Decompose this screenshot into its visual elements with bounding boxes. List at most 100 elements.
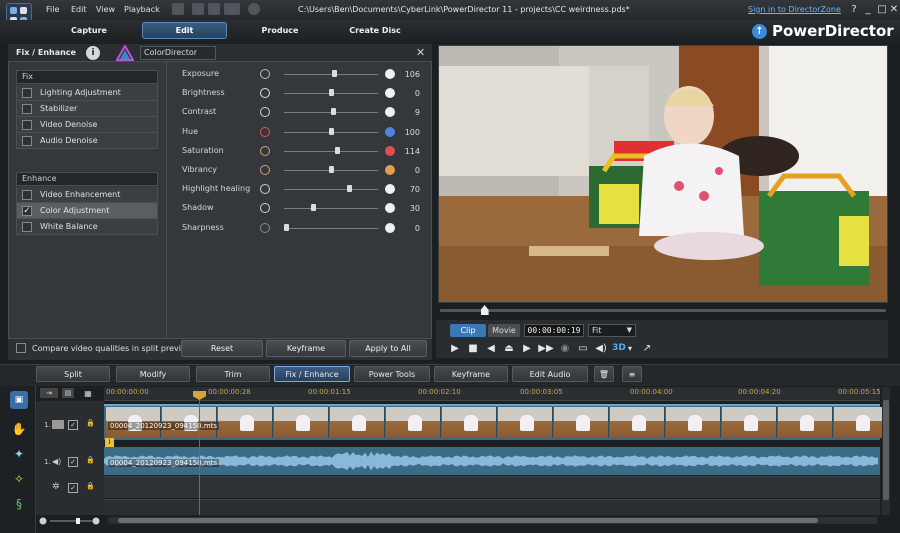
fast-forward-icon[interactable]: ▶▶ [537,341,555,355]
slider-thumb[interactable] [335,146,341,154]
audio-mix-icon[interactable]: § [10,495,28,513]
color-director-button[interactable]: ColorDirector [140,46,216,60]
hand-tool-icon[interactable]: ✋ [10,420,28,438]
3d-mode-icon[interactable]: 3D [612,341,626,355]
camera-icon[interactable]: ◉ [558,341,572,355]
checkbox[interactable] [22,119,32,130]
scrubber-thumb[interactable] [480,305,489,315]
preview-scrubber[interactable] [440,309,886,312]
audio-clip[interactable] [104,447,880,475]
vertical-scroll-thumb[interactable] [883,400,889,500]
enhance-item-color-adjustment[interactable]: ✓ Color Adjustment [16,203,158,219]
menu-playback[interactable]: Playback [124,5,160,14]
fix-item-lighting-adjustment[interactable]: Lighting Adjustment [16,85,158,101]
fix-item-video-denoise[interactable]: Video Denoise [16,117,158,133]
checkbox[interactable] [22,221,32,232]
checkbox[interactable] [22,189,32,200]
fix-enhance-button[interactable]: Fix / Enhance [274,366,350,382]
slider-thumb[interactable] [330,108,336,116]
tab-create-disc[interactable]: Create Disc [340,22,410,39]
edit-audio-button[interactable]: Edit Audio [512,366,588,382]
close-panel-icon[interactable]: ✕ [416,46,425,59]
close-window-button[interactable]: ✕ [889,4,899,16]
modify-button[interactable]: Modify [116,366,190,382]
undock-preview-icon[interactable]: ↗ [640,341,654,355]
timeline-mode-icon[interactable]: ⇥ [40,388,58,398]
info-icon[interactable]: i [86,46,100,60]
slider-track[interactable] [284,150,378,152]
checkbox-checked[interactable]: ✓ [22,205,32,216]
slider-thumb[interactable] [331,70,337,77]
enhance-item-white-balance[interactable]: White Balance [16,219,158,235]
clip-info-marker[interactable]: i [105,438,114,447]
redo-icon[interactable] [208,3,220,15]
fix-item-stabilizer[interactable]: Stabilizer [16,101,158,117]
tab-capture[interactable]: Capture [58,22,120,39]
movie-mode-button[interactable]: Movie [488,324,520,337]
slider-track[interactable] [284,208,378,210]
checkbox[interactable] [22,135,32,146]
snapshot-marker-icon[interactable]: ⏏ [502,341,516,355]
audio-track-enable-checkbox[interactable]: ✓ [68,457,78,467]
keyframe-button[interactable]: Keyframe [266,340,346,357]
video-track-lock-icon[interactable]: 🔒 [86,419,95,427]
slider-thumb[interactable] [329,127,334,135]
save-icon[interactable] [172,3,184,15]
slider-thumb[interactable] [311,204,316,212]
compare-checkbox[interactable] [16,343,26,353]
undo-icon[interactable] [192,3,204,15]
trash-icon[interactable]: 🗑 [594,366,614,382]
checkbox[interactable] [22,103,32,114]
menu-view[interactable]: View [96,5,115,14]
more-features-icon[interactable]: ≡ [622,366,642,382]
power-tools-button[interactable]: Power Tools [354,366,430,382]
slider-thumb[interactable] [329,89,334,97]
media-room-icon[interactable]: ▣ [10,391,28,409]
dual-screen-icon[interactable]: ▭ [576,341,590,355]
slider-track[interactable] [284,189,378,191]
render-icon[interactable] [224,3,240,15]
enhance-item-video-enhancement[interactable]: Video Enhancement [16,187,158,203]
transition-icon[interactable]: ✦ [10,445,28,463]
next-frame-icon[interactable]: ▶ [520,341,534,355]
timecode-display[interactable]: 00:00:00:19 [524,324,584,337]
color-director-icon[interactable] [115,43,135,61]
horizontal-scroll-thumb[interactable] [118,518,818,523]
previous-frame-icon[interactable]: ◀ [484,341,498,355]
effect-track-enable-checkbox[interactable]: ✓ [68,483,78,493]
menu-file[interactable]: File [46,5,59,14]
reset-button[interactable]: Reset [181,340,263,357]
split-button[interactable]: Split [36,366,110,382]
help-button[interactable]: ? [848,4,860,16]
menu-edit[interactable]: Edit [71,5,87,14]
play-icon[interactable]: ▶ [448,341,462,355]
keyframe-room-button[interactable]: Keyframe [434,366,508,382]
maximize-button[interactable]: □ [876,4,888,16]
stop-icon[interactable]: ■ [466,341,480,355]
empty-track[interactable] [104,499,880,515]
timeline-zoom-slider[interactable] [38,516,102,526]
minimize-button[interactable]: _ [862,4,874,16]
sign-in-link[interactable]: Sign in to DirectorZone [748,5,841,14]
add-track-icon[interactable]: ▦ [80,388,96,398]
trim-button[interactable]: Trim [196,366,270,382]
upgrade-arrow-icon[interactable]: ↑ [752,23,767,39]
checkbox[interactable] [22,87,32,98]
tab-edit[interactable]: Edit [142,22,227,39]
slider-thumb[interactable] [329,166,334,173]
slider-track[interactable] [284,227,378,229]
slider-thumb[interactable] [284,223,289,231]
video-preview[interactable] [438,45,888,303]
audio-track-lock-icon[interactable]: 🔒 [86,456,95,464]
tab-produce[interactable]: Produce [250,22,310,39]
effect-track[interactable] [104,476,880,498]
settings-gear-icon[interactable] [248,3,260,15]
slider-thumb[interactable] [347,185,352,193]
apply-to-all-button[interactable]: Apply to All [349,340,427,357]
fix-item-audio-denoise[interactable]: Audio Denoise [16,133,158,149]
clip-mode-button[interactable]: Clip [450,324,486,337]
3d-dropdown-icon[interactable]: ▾ [626,341,634,355]
storyboard-icon[interactable]: ▤ [62,388,74,398]
effect-track-lock-icon[interactable]: 🔒 [86,482,95,490]
zoom-fit-select[interactable]: Fit ▼ [588,324,636,337]
